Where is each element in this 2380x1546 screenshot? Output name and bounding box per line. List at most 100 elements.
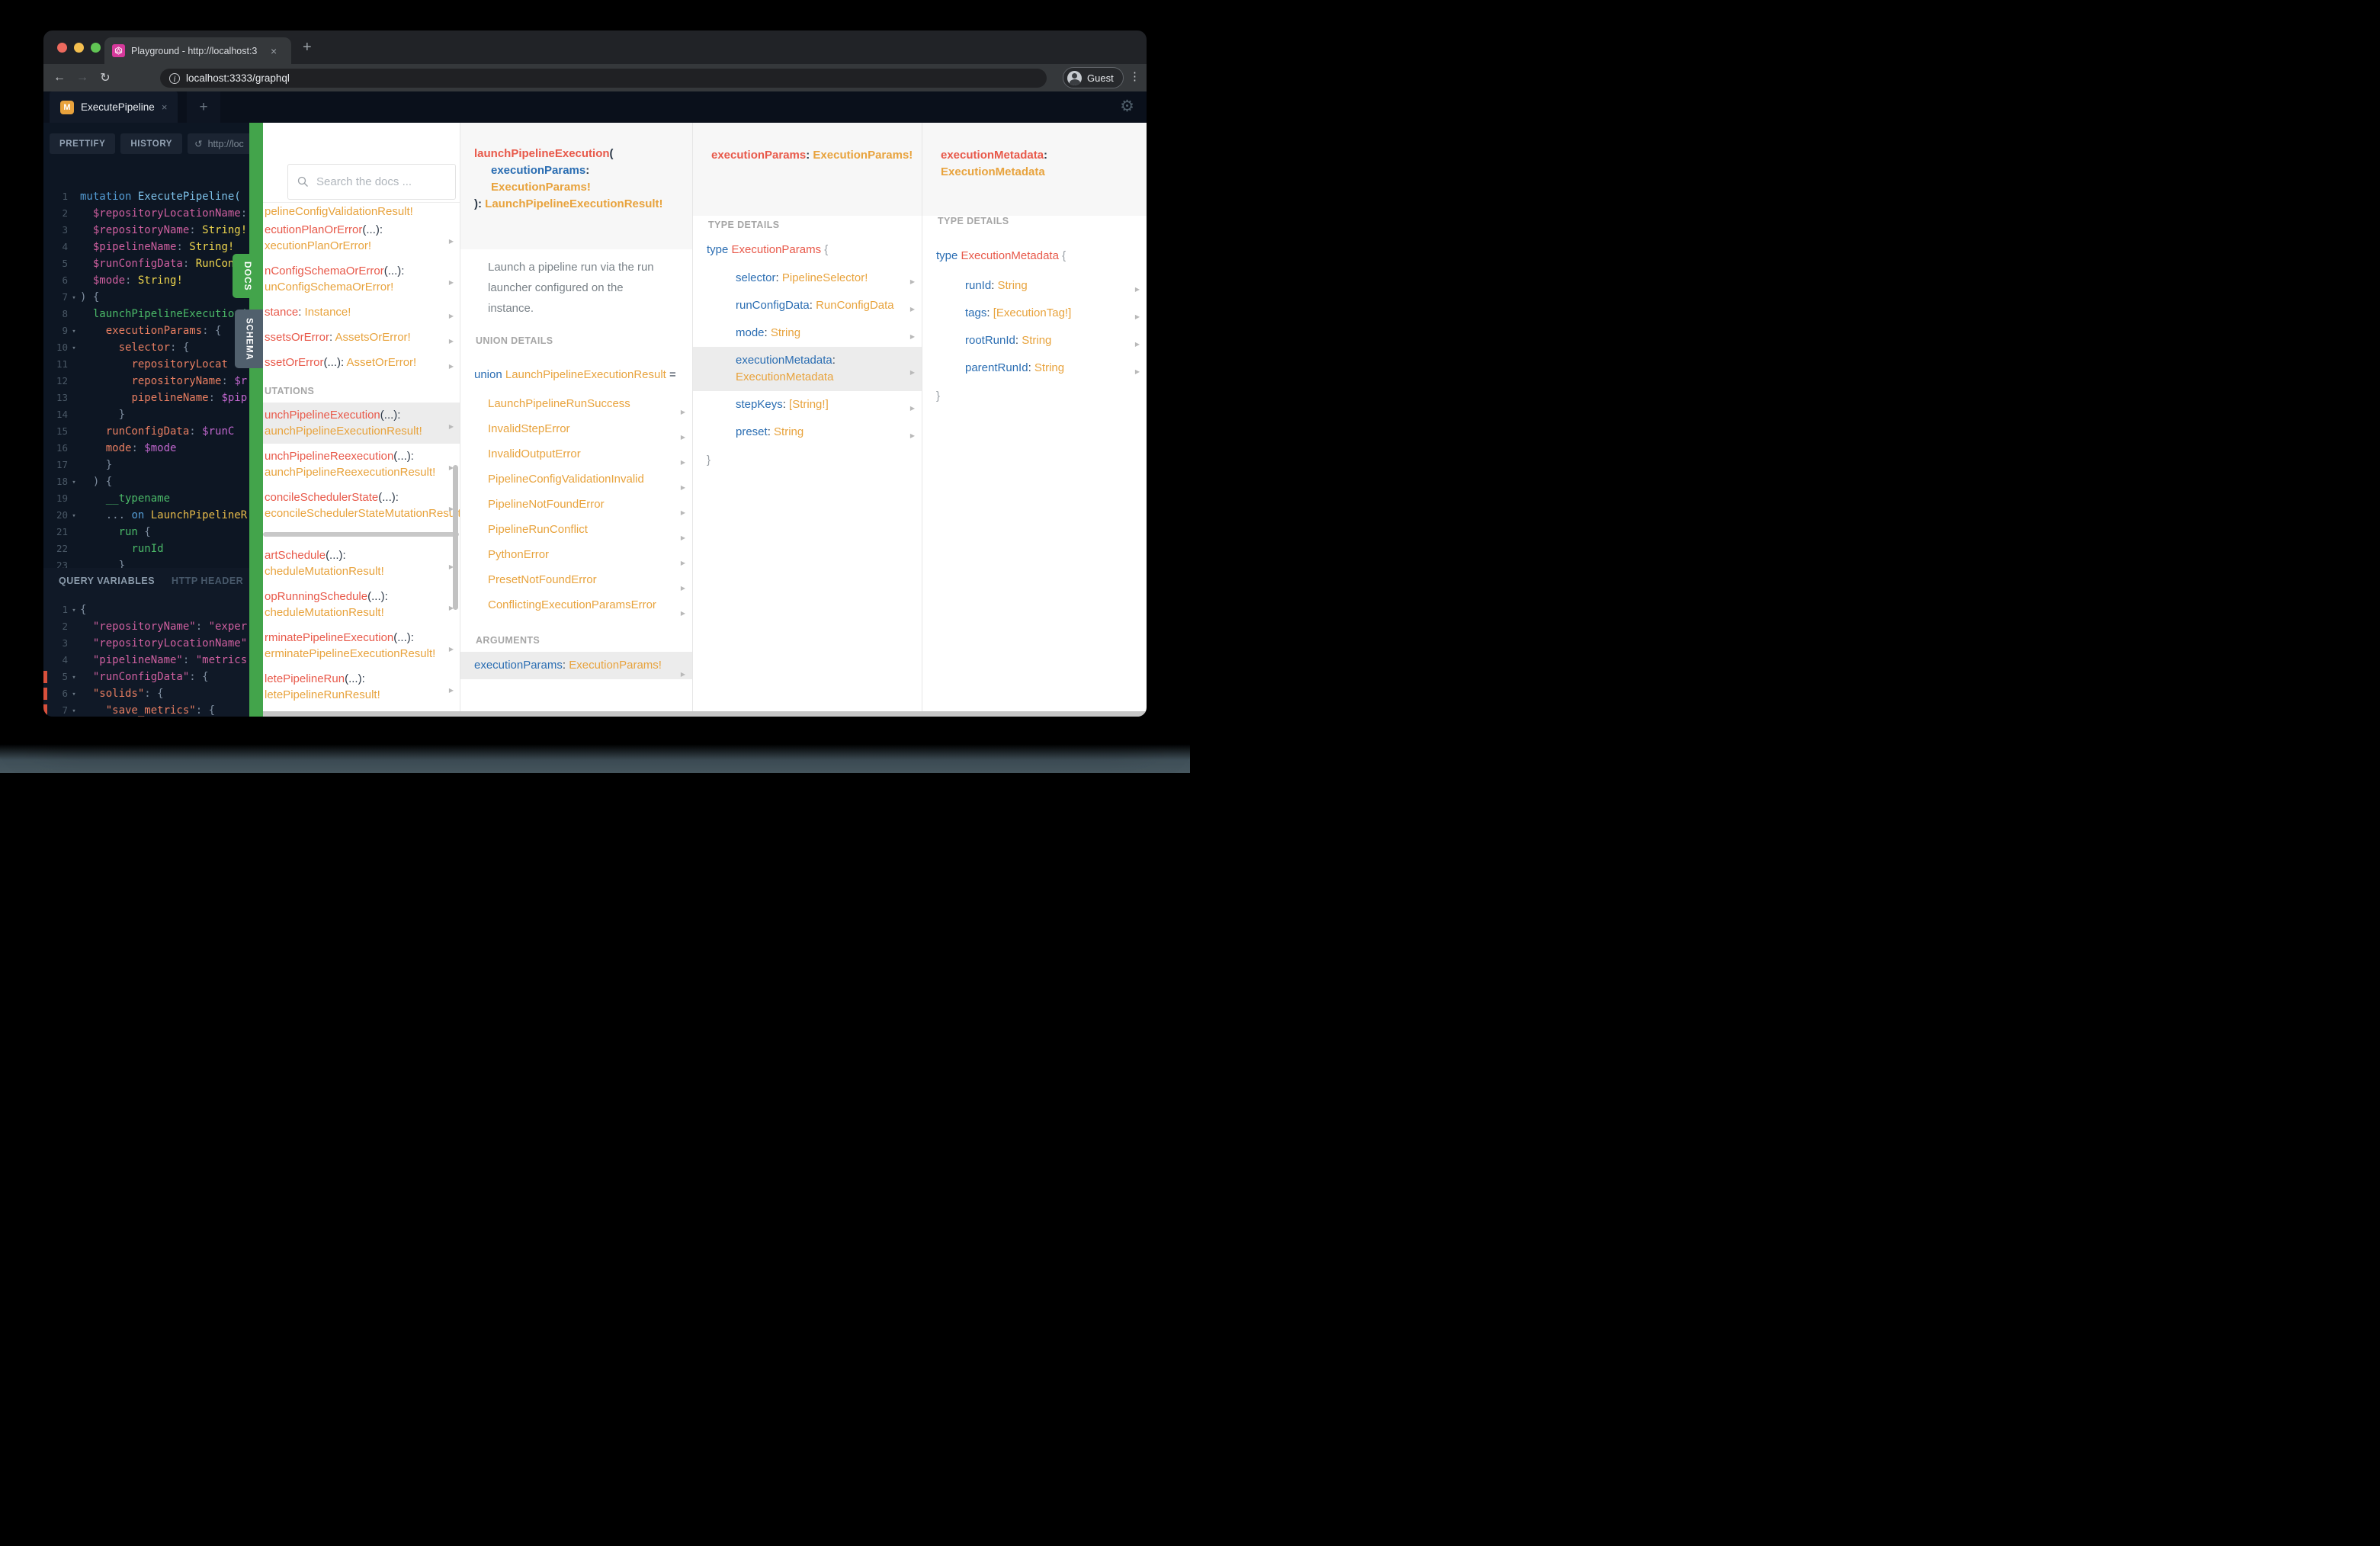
union-member-row[interactable]: PipelineRunConflict ▶ [460,517,692,542]
browser-menu-icon[interactable]: ⋮ [1129,69,1140,83]
site-info-icon[interactable]: i [169,72,180,84]
type-field-row[interactable]: selector: PipelineSelector! ▶ [693,265,922,292]
type-field-row[interactable]: stepKeys: [String!] ▶ [693,391,922,419]
playground-new-tab-button[interactable]: + [187,91,220,123]
browser-tab[interactable]: Playground - http://localhost:3 × [104,37,291,64]
docs-list-item[interactable]: unchPipelineExecution(...): aunchPipeline… [263,403,460,444]
union-member-row[interactable]: PresetNotFoundError ▶ [460,567,692,592]
fold-arrow-icon[interactable]: ▾ [68,290,80,306]
fold-arrow-icon[interactable]: ▾ [68,703,80,717]
docs-divider-strip[interactable] [249,123,263,717]
endpoint-input[interactable]: ↺ http://loc [188,133,249,154]
union-member-row[interactable]: InvalidOutputError ▶ [460,441,692,467]
code-line[interactable]: 4 $pipelineName: String! [43,239,249,255]
new-tab-button[interactable]: + [303,40,312,55]
type-field-row[interactable]: executionMetadata: ExecutionMetadata ▶ [693,347,922,391]
close-window-button[interactable] [57,43,67,53]
profile-button[interactable]: Guest [1063,67,1124,88]
tab-http-headers[interactable]: HTTP HEADER [172,576,243,586]
union-member-row[interactable]: PipelineConfigValidationInvalid ▶ [460,467,692,492]
code-line[interactable]: 18 ▾ ) { [43,473,249,490]
minimize-window-button[interactable] [74,43,84,53]
forward-icon[interactable]: → [71,71,94,85]
docs-list-item[interactable]: ssetOrError(...): AssetOrError! ▶ [263,350,460,375]
playground-tab[interactable]: M ExecutePipeline × [50,91,178,123]
docs-list-item[interactable]: pelineConfigValidationResult! [263,203,460,217]
code-line[interactable]: 1 ▾{ [43,601,249,618]
back-icon[interactable]: ← [48,71,71,85]
tab-docs[interactable]: DOCS [233,254,263,298]
docs-list-item[interactable]: letePipelineRun(...): letePipelineRunResu… [263,666,460,707]
code-line[interactable]: 1 mutation ExecutePipeline( [43,188,249,205]
prettify-button[interactable]: PRETTIFY [50,133,116,154]
docs-list-item[interactable]: opRunningSchedule(...): cheduleMutationRe… [263,584,460,625]
query-editor-pane[interactable]: PRETTIFY HISTORY ↺ http://loc 1 mutation … [43,123,249,717]
type-field-row[interactable]: rootRunId: String ▶ [922,327,1147,354]
type-field-row[interactable]: parentRunId: String ▶ [922,354,1147,382]
code-line[interactable]: 2 $repositoryLocationName: [43,205,249,222]
union-member-row[interactable]: InvalidStepError ▶ [460,416,692,441]
fold-arrow-icon[interactable]: ▾ [68,686,80,703]
fold-arrow-icon[interactable]: ▾ [68,508,80,524]
reload-icon[interactable]: ↻ [94,70,117,85]
fold-arrow-icon[interactable]: ▾ [68,602,80,619]
playground-tab-close-icon[interactable]: × [162,101,168,113]
code-line[interactable]: 17 } [43,457,249,473]
docs-list-horizontal-scrollbar[interactable] [263,532,459,537]
fold-arrow-icon[interactable]: ▾ [68,669,80,686]
code-line[interactable]: 6 $mode: String! [43,272,249,289]
union-member-row[interactable]: PipelineNotFoundError ▶ [460,492,692,517]
type-field-row[interactable]: runConfigData: RunConfigData ▶ [693,292,922,319]
fold-arrow-icon[interactable]: ▾ [68,323,80,340]
history-button[interactable]: HISTORY [120,133,183,154]
code-line[interactable]: 16 mode: $mode [43,440,249,457]
code-line[interactable]: 6 ▾ "solids": { [43,685,249,702]
code-line[interactable]: 7 ▾ "save_metrics": { [43,702,249,717]
code-line[interactable]: 3 $repositoryName: String! [43,222,249,239]
type-field-row[interactable]: tags: [ExecutionTag!] ▶ [922,300,1147,327]
code-line[interactable]: 12 repositoryName: $r [43,373,249,390]
code-line[interactable]: 5 ▾ "runConfigData": { [43,669,249,685]
type-field-row[interactable]: preset: String ▶ [693,419,922,446]
code-line[interactable]: 13 pipelineName: $pip [43,390,249,406]
docs-horizontal-scrollbar[interactable] [263,711,1147,717]
code-line[interactable]: 21 run { [43,524,249,540]
docs-list-item[interactable]: artSchedule(...): cheduleMutationResult! ▶ [263,543,460,584]
code-line[interactable]: 11 repositoryLocat [43,356,249,373]
settings-gear-icon[interactable]: ⚙ [1120,97,1134,116]
docs-list-vertical-scrollbar[interactable] [453,465,458,610]
docs-search-input[interactable]: Search the docs ... [287,164,456,200]
variables-code-lines[interactable]: 1 ▾{2 "repositoryName": "exper 3 "reposito… [43,601,249,717]
code-line[interactable]: 3 "repositoryLocationName" [43,635,249,652]
docs-list-item[interactable]: unchPipelineReexecution(...): aunchPipeli… [263,444,460,485]
docs-list-item[interactable]: ecutionPlanOrError(...): xecutionPlanOrEr… [263,217,460,258]
browser-tab-close-icon[interactable]: × [271,46,277,56]
code-line[interactable]: 10 ▾ selector: { [43,339,249,356]
union-member-row[interactable]: ConflictingExecutionParamsError ▶ [460,592,692,617]
code-line[interactable]: 9 ▾ executionParams: { [43,322,249,339]
code-line[interactable]: 22 runId [43,540,249,557]
docs-list-item[interactable]: concileSchedulerState(...): econcileSched… [263,485,460,526]
union-member-row[interactable]: LaunchPipelineRunSuccess ▶ [460,391,692,416]
code-line[interactable]: 15 runConfigData: $runC [43,423,249,440]
argument-row[interactable]: executionParams: ExecutionParams! ▶ [460,652,692,679]
code-line[interactable]: 2 "repositoryName": "exper [43,618,249,635]
docs-list-item[interactable]: rminatePipelineExecution(...): erminatePi… [263,625,460,666]
code-line[interactable]: 19 __typename [43,490,249,507]
code-lines[interactable]: 1 mutation ExecutePipeline(2 $repositoryL… [43,188,249,574]
tab-schema[interactable]: SCHEMA [235,310,263,368]
maximize-window-button[interactable] [91,43,101,53]
code-line[interactable]: 20 ▾ ... on LaunchPipelineR [43,507,249,524]
address-bar[interactable]: i localhost:3333/graphql [160,69,1047,88]
union-member-row[interactable]: PythonError ▶ [460,542,692,567]
docs-list-item[interactable]: ssetsOrError: AssetsOrError! ▶ [263,325,460,350]
code-line[interactable]: 5 $runConfigData: RunCon [43,255,249,272]
docs-list-item[interactable]: stance: Instance! ▶ [263,300,460,325]
code-line[interactable]: 7 ▾) { [43,289,249,306]
tab-query-variables[interactable]: QUERY VARIABLES [59,576,155,586]
code-line[interactable]: 14 } [43,406,249,423]
docs-list-item[interactable]: nConfigSchemaOrError(...): unConfigSchema… [263,258,460,300]
type-field-row[interactable]: runId: String ▶ [922,272,1147,300]
fold-arrow-icon[interactable]: ▾ [68,340,80,357]
type-field-row[interactable]: mode: String ▶ [693,319,922,347]
